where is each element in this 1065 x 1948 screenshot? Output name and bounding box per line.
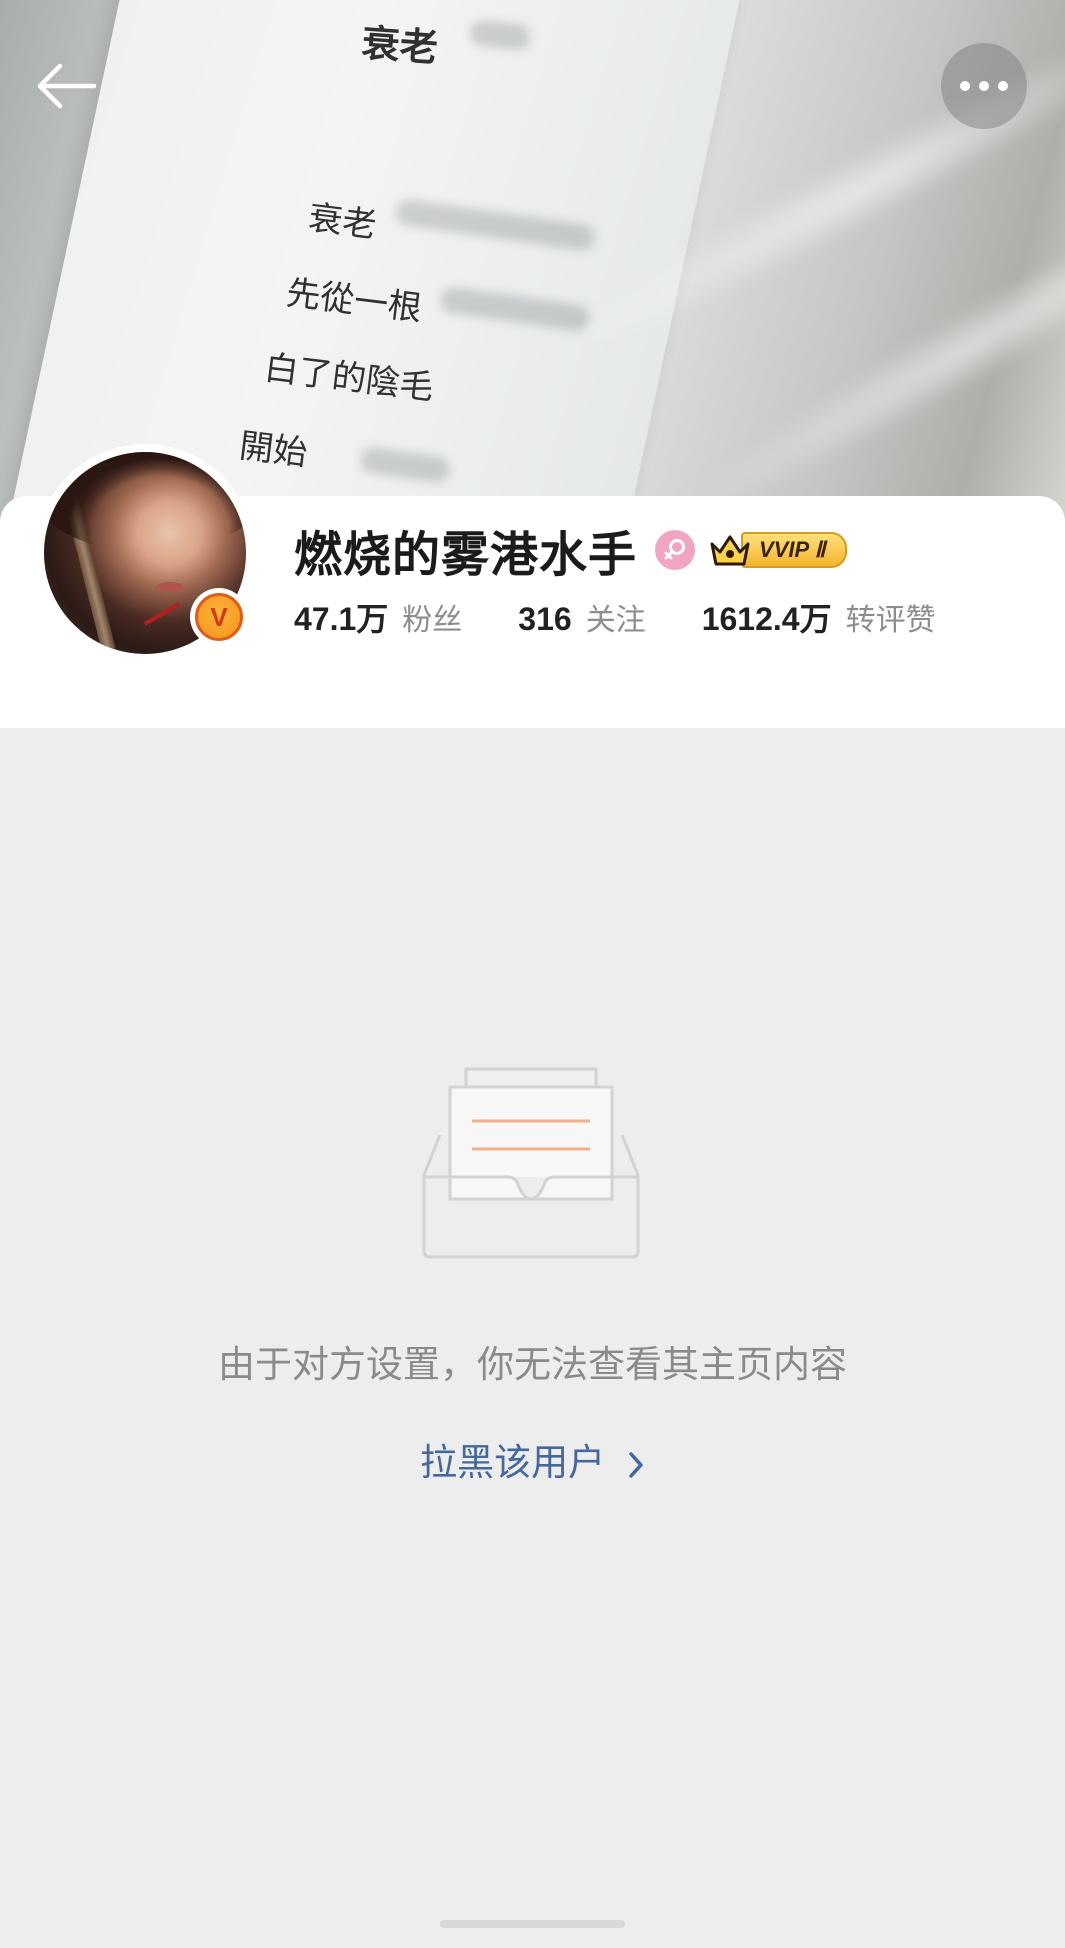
stat-value: 316 (518, 601, 572, 637)
empty-inbox-icon (422, 1067, 640, 1259)
empty-state-message: 由于对方设置，你无法查看其主页内容 (218, 1343, 847, 1386)
female-gender-icon (655, 530, 696, 570)
poem-line: 開始 (237, 425, 310, 474)
back-arrow-icon (37, 63, 97, 109)
stat-label: 关注 (585, 603, 646, 638)
stat-label: 转评赞 (845, 603, 936, 638)
chevron-right-icon (629, 1451, 643, 1478)
crown-icon (710, 535, 750, 566)
more-dots-icon (960, 81, 970, 91)
username: 燃烧的雾港水手 (294, 527, 638, 583)
verified-badge: V (190, 588, 248, 646)
block-user-label: 拉黑该用户 (420, 1441, 606, 1484)
vip-label: VVIP Ⅱ (741, 532, 848, 568)
verified-v-icon: V (195, 593, 243, 641)
more-options-button[interactable] (941, 43, 1027, 129)
vip-badge[interactable]: VVIP Ⅱ (709, 530, 848, 570)
stat-value: 1612.4万 (701, 601, 832, 637)
name-row: 燃烧的雾港水手 VVIP Ⅱ (294, 518, 848, 583)
poem-line: 衰老 (306, 197, 379, 246)
stats-row: 47.1万 粉丝 316 关注 1612.4万 转评赞 (294, 592, 936, 642)
stat-engagement[interactable]: 1612.4万 转评赞 (702, 594, 936, 640)
stat-label: 粉丝 (402, 603, 463, 638)
avatar[interactable]: V (36, 444, 254, 662)
stat-following[interactable]: 316 关注 (518, 595, 645, 639)
block-user-link[interactable]: 拉黑该用户 (0, 1432, 1065, 1486)
stat-value: 47.1万 (294, 601, 389, 637)
poem-title: 衰老 (360, 19, 440, 71)
stat-followers[interactable]: 47.1万 粉丝 (294, 594, 462, 640)
home-indicator (440, 1920, 625, 1928)
back-button[interactable] (34, 62, 100, 110)
